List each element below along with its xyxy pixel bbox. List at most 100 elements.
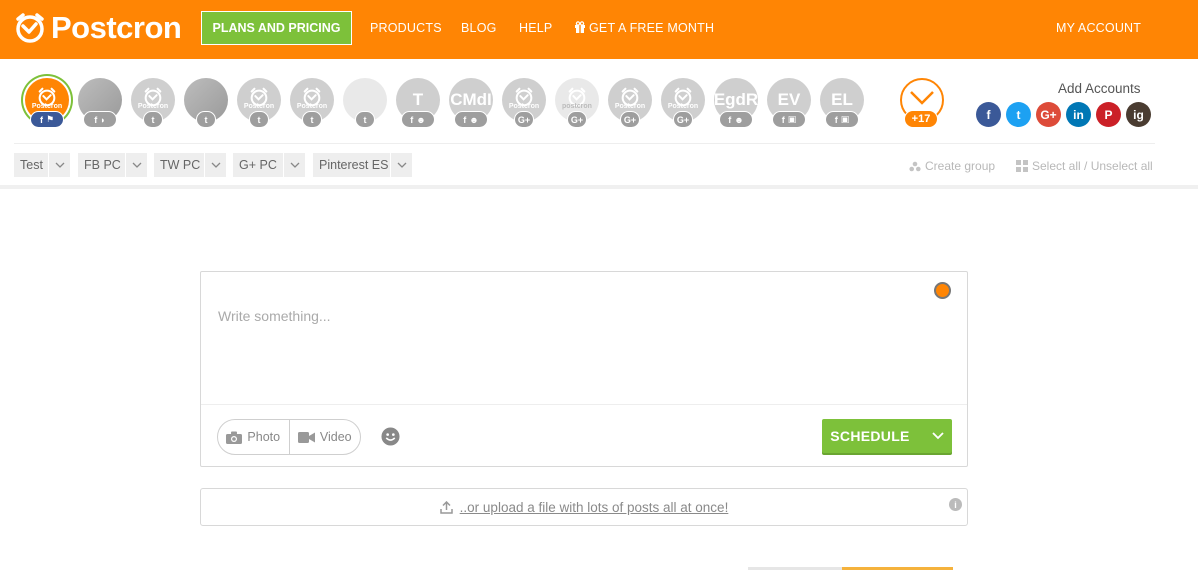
account-avatar[interactable]: Postcron t	[131, 78, 175, 128]
selected-account-avatar	[934, 282, 951, 299]
network-badge: G+	[514, 111, 534, 128]
account-avatar[interactable]: postcron G+	[555, 78, 599, 128]
network-badge: t	[355, 111, 375, 128]
compose-box[interactable]: Write something... Photo Video SCHEDULE	[200, 271, 968, 467]
add-video-button[interactable]: Video	[288, 420, 361, 454]
page-icon: ▣	[840, 114, 850, 124]
account-avatar[interactable]: Postcron G+	[661, 78, 705, 128]
grid-icon	[1016, 160, 1028, 172]
group-label: G+ PC	[239, 158, 277, 172]
account-avatar[interactable]: Postcron f ⚑	[25, 78, 69, 128]
f-icon: f	[94, 114, 98, 125]
group-dropdown[interactable]: Pinterest ES	[313, 153, 412, 177]
add-photo-button[interactable]: Photo	[218, 420, 289, 454]
f-icon: f	[463, 114, 467, 125]
info-icon[interactable]: i	[949, 498, 962, 511]
bulk-upload-box: ..or upload a file with lots of posts al…	[200, 488, 968, 526]
logo[interactable]: Postcron	[14, 12, 182, 44]
instagram-icon[interactable]: ig	[1126, 102, 1151, 127]
network-badge: f ▣	[825, 111, 859, 128]
twitter-icon[interactable]: t	[1006, 102, 1031, 127]
account-avatar[interactable]: Postcron G+	[502, 78, 546, 128]
top-navbar: Postcron PLANS AND PRICING PRODUCTS BLOG…	[0, 0, 1198, 59]
account-avatar[interactable]: Postcron t	[237, 78, 281, 128]
f-icon: f	[728, 114, 732, 125]
account-avatar[interactable]: t	[184, 78, 228, 128]
network-badge: G+	[620, 111, 640, 128]
account-avatar[interactable]: CMdI f ☻	[449, 78, 493, 128]
account-avatar[interactable]: Postcron t	[290, 78, 334, 128]
twitter-icon: t	[257, 114, 261, 125]
group-dropdown[interactable]: TW PC	[154, 153, 226, 177]
bulk-upload-link[interactable]: ..or upload a file with lots of posts al…	[439, 500, 728, 515]
facebook-icon[interactable]: f	[976, 102, 1001, 127]
select-all-label: Select all / Unselect all	[1032, 159, 1153, 173]
group-icon: ☻	[416, 114, 426, 125]
upload-icon	[439, 500, 453, 514]
account-brand-label: postcron	[562, 103, 592, 110]
Gplus-icon: G+	[676, 114, 690, 125]
more-accounts-count: +17	[904, 110, 938, 128]
group-icon: ☻	[469, 114, 479, 125]
my-account-link[interactable]: MY ACCOUNT	[1056, 21, 1141, 35]
schedule-button[interactable]: SCHEDULE	[822, 419, 952, 453]
network-badge: t	[196, 111, 216, 128]
chevron-down-icon	[910, 91, 934, 105]
group-label: Pinterest ES	[319, 158, 389, 172]
create-group-label: Create group	[925, 159, 996, 173]
compose-input[interactable]: Write something...	[218, 308, 331, 324]
account-initials: T	[412, 90, 424, 109]
account-initials: EgdR	[713, 90, 759, 109]
account-avatar[interactable]: EV f ▣	[767, 78, 811, 128]
network-badge: f ☻	[719, 111, 753, 128]
select-all-button[interactable]: Select all / Unselect all	[1016, 159, 1153, 173]
emoji-icon[interactable]	[381, 427, 400, 446]
group-dropdown[interactable]: FB PC	[78, 153, 147, 177]
account-avatar[interactable]: EgdR f ☻	[713, 78, 759, 128]
plans-and-pricing-button[interactable]: PLANS AND PRICING	[201, 11, 352, 45]
video-camera-icon	[297, 431, 315, 443]
f-icon: f	[39, 114, 43, 125]
nav-products[interactable]: PRODUCTS	[370, 21, 442, 35]
f-icon: f	[410, 114, 414, 125]
account-initials: EL	[831, 90, 853, 109]
network-badge: f ☻	[454, 111, 488, 128]
twitter-icon: t	[363, 114, 367, 125]
account-brand-label: Postcron	[614, 103, 646, 110]
chevron-down-icon[interactable]	[390, 153, 412, 177]
nav-blog[interactable]: BLOG	[461, 21, 497, 35]
f-icon: f	[781, 114, 785, 125]
Gplus-icon: G+	[570, 114, 584, 125]
linkedin-icon[interactable]: in	[1066, 102, 1091, 127]
group-dropdown[interactable]: G+ PC	[233, 153, 305, 177]
account-brand-label: Postcron	[508, 103, 540, 110]
account-avatar[interactable]: Postcron G+	[608, 78, 652, 128]
Gplus-icon: G+	[517, 114, 531, 125]
account-avatar[interactable]: Tf ☻	[396, 78, 440, 128]
chevron-down-icon[interactable]	[125, 153, 147, 177]
google-plus-icon[interactable]: G+	[1036, 102, 1061, 127]
account-initials: EV	[777, 90, 801, 109]
account-avatar[interactable]: f ◗	[78, 78, 122, 128]
create-group-button[interactable]: Create group	[909, 159, 995, 173]
group-label: TW PC	[160, 158, 201, 172]
network-badge: f ▣	[772, 111, 806, 128]
pinterest-icon[interactable]: P	[1096, 102, 1121, 127]
account-avatar[interactable]: t	[343, 78, 387, 128]
nav-help[interactable]: HELP	[519, 21, 552, 35]
f-icon: f	[834, 114, 838, 125]
chevron-down-icon[interactable]	[204, 153, 226, 177]
video-label: Video	[319, 430, 352, 444]
account-avatar[interactable]: EL f ▣	[820, 78, 864, 128]
nav-free-month[interactable]: GET A FREE MONTH	[574, 21, 714, 35]
account-brand-label: Postcron	[137, 103, 169, 110]
page-icon: ▣	[787, 114, 797, 124]
flag-icon: ⚑	[45, 114, 55, 124]
chevron-down-icon[interactable]	[283, 153, 305, 177]
chevron-down-icon[interactable]	[48, 153, 70, 177]
clock-logo-icon	[16, 13, 44, 43]
gift-icon	[575, 21, 585, 33]
group-dropdown[interactable]: Test	[14, 153, 70, 177]
schedule-dropdown-toggle[interactable]	[924, 419, 952, 453]
account-brand-label: Postcron	[243, 103, 275, 110]
